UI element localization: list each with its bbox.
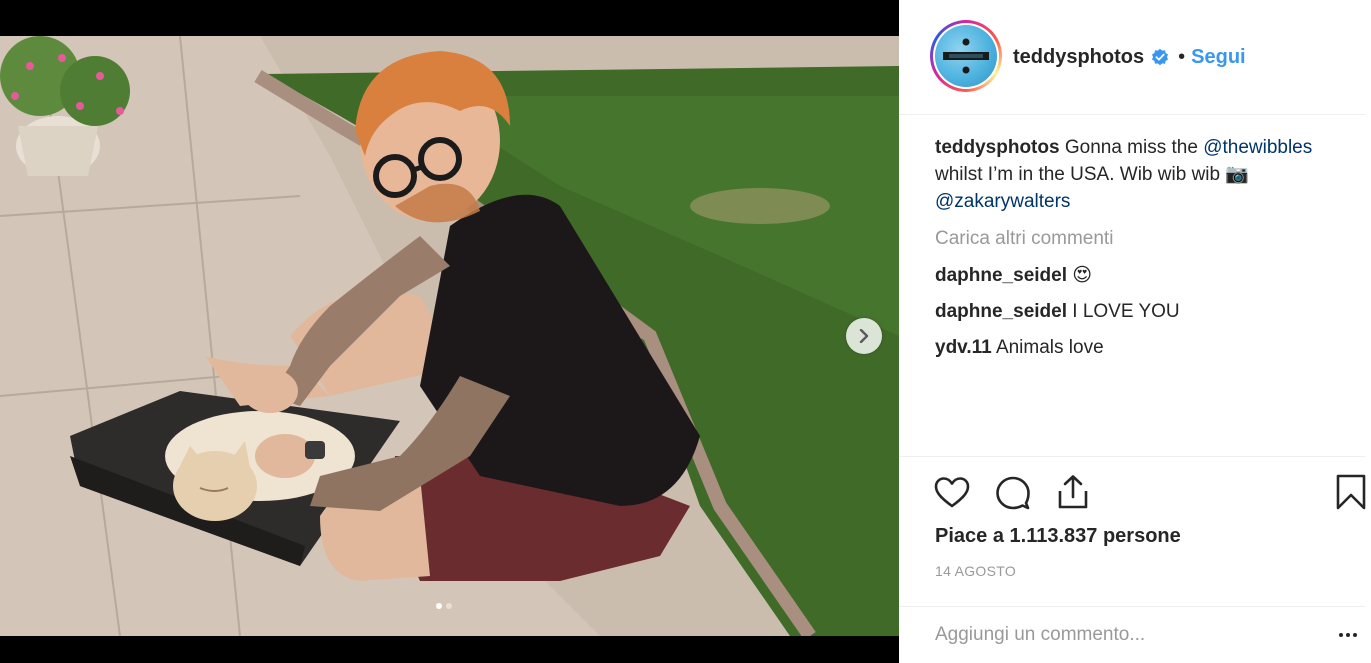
caption-mention-thewibbles[interactable]: @thewibbles bbox=[1203, 137, 1312, 158]
caption-text-after: whilst I’m in the USA. Wib wib wib 📷 bbox=[935, 164, 1250, 185]
more-options-icon[interactable] bbox=[1339, 633, 1357, 639]
more-dot bbox=[1339, 633, 1343, 637]
load-more-comments-button[interactable]: Carica altri commenti bbox=[935, 225, 1355, 252]
verified-badge-icon bbox=[1151, 48, 1169, 66]
comment-bubble-icon[interactable] bbox=[994, 473, 1032, 511]
comment-item: daphne_seidel 😍 bbox=[935, 262, 1355, 289]
avatar-story-ring[interactable] bbox=[930, 20, 1002, 92]
post-photo-illustration bbox=[0, 36, 899, 636]
post-photo[interactable] bbox=[0, 36, 899, 636]
post-date[interactable]: 14 AGOSTO bbox=[935, 563, 1016, 579]
comment-text: 😍 bbox=[1072, 265, 1093, 286]
post-caption: teddysphotos Gonna miss the @thewibbles … bbox=[935, 134, 1355, 215]
likes-number: 1.113.837 bbox=[1009, 525, 1098, 547]
next-photo-button[interactable] bbox=[846, 318, 882, 354]
comment-username[interactable]: daphne_seidel bbox=[935, 265, 1067, 286]
more-dot bbox=[1353, 633, 1357, 637]
avatar bbox=[935, 25, 997, 87]
add-comment-bar bbox=[899, 606, 1365, 663]
follow-button[interactable]: Segui bbox=[1191, 44, 1245, 70]
caption-username[interactable]: teddysphotos bbox=[935, 137, 1060, 158]
comment-item: ydv.11 Animals love bbox=[935, 334, 1355, 361]
caption-text-before: Gonna miss the bbox=[1064, 137, 1204, 158]
more-dot bbox=[1346, 633, 1350, 637]
post-details-panel: teddysphotos • Segui teddysphotos Gonna … bbox=[899, 0, 1371, 663]
header-username[interactable]: teddysphotos bbox=[1013, 44, 1144, 70]
comment-item: daphne_seidel I LOVE YOU bbox=[935, 298, 1355, 325]
post-header: teddysphotos • Segui bbox=[899, 0, 1365, 115]
comment-text: I LOVE YOU bbox=[1072, 301, 1180, 322]
add-comment-input[interactable] bbox=[935, 621, 1315, 649]
post-media-panel bbox=[0, 0, 899, 663]
comment-username[interactable]: daphne_seidel bbox=[935, 301, 1067, 322]
avatar-border bbox=[933, 23, 999, 89]
divide-logo-icon bbox=[943, 38, 989, 74]
heart-icon[interactable] bbox=[933, 473, 971, 511]
likes-suffix: persone bbox=[1097, 525, 1181, 547]
chevron-right-icon bbox=[859, 329, 869, 343]
carousel-indicator bbox=[436, 603, 452, 609]
post-actions-section: Piace a 1.113.837 persone 14 AGOSTO bbox=[899, 456, 1366, 606]
caption-mention-zakarywalters[interactable]: @zakarywalters bbox=[935, 191, 1070, 212]
header-separator: • bbox=[1178, 46, 1186, 68]
comments-section: teddysphotos Gonna miss the @thewibbles … bbox=[935, 134, 1355, 361]
comment-text: Animals love bbox=[995, 337, 1104, 358]
share-icon[interactable] bbox=[1054, 473, 1092, 511]
bookmark-icon[interactable] bbox=[1332, 473, 1370, 511]
likes-prefix: Piace a bbox=[935, 525, 1010, 547]
likes-count[interactable]: Piace a 1.113.837 persone bbox=[935, 525, 1181, 548]
comment-username[interactable]: ydv.11 bbox=[935, 337, 992, 358]
carousel-dot-active bbox=[436, 603, 442, 609]
carousel-dot bbox=[446, 603, 452, 609]
header-user-row: teddysphotos • Segui bbox=[1013, 44, 1246, 70]
